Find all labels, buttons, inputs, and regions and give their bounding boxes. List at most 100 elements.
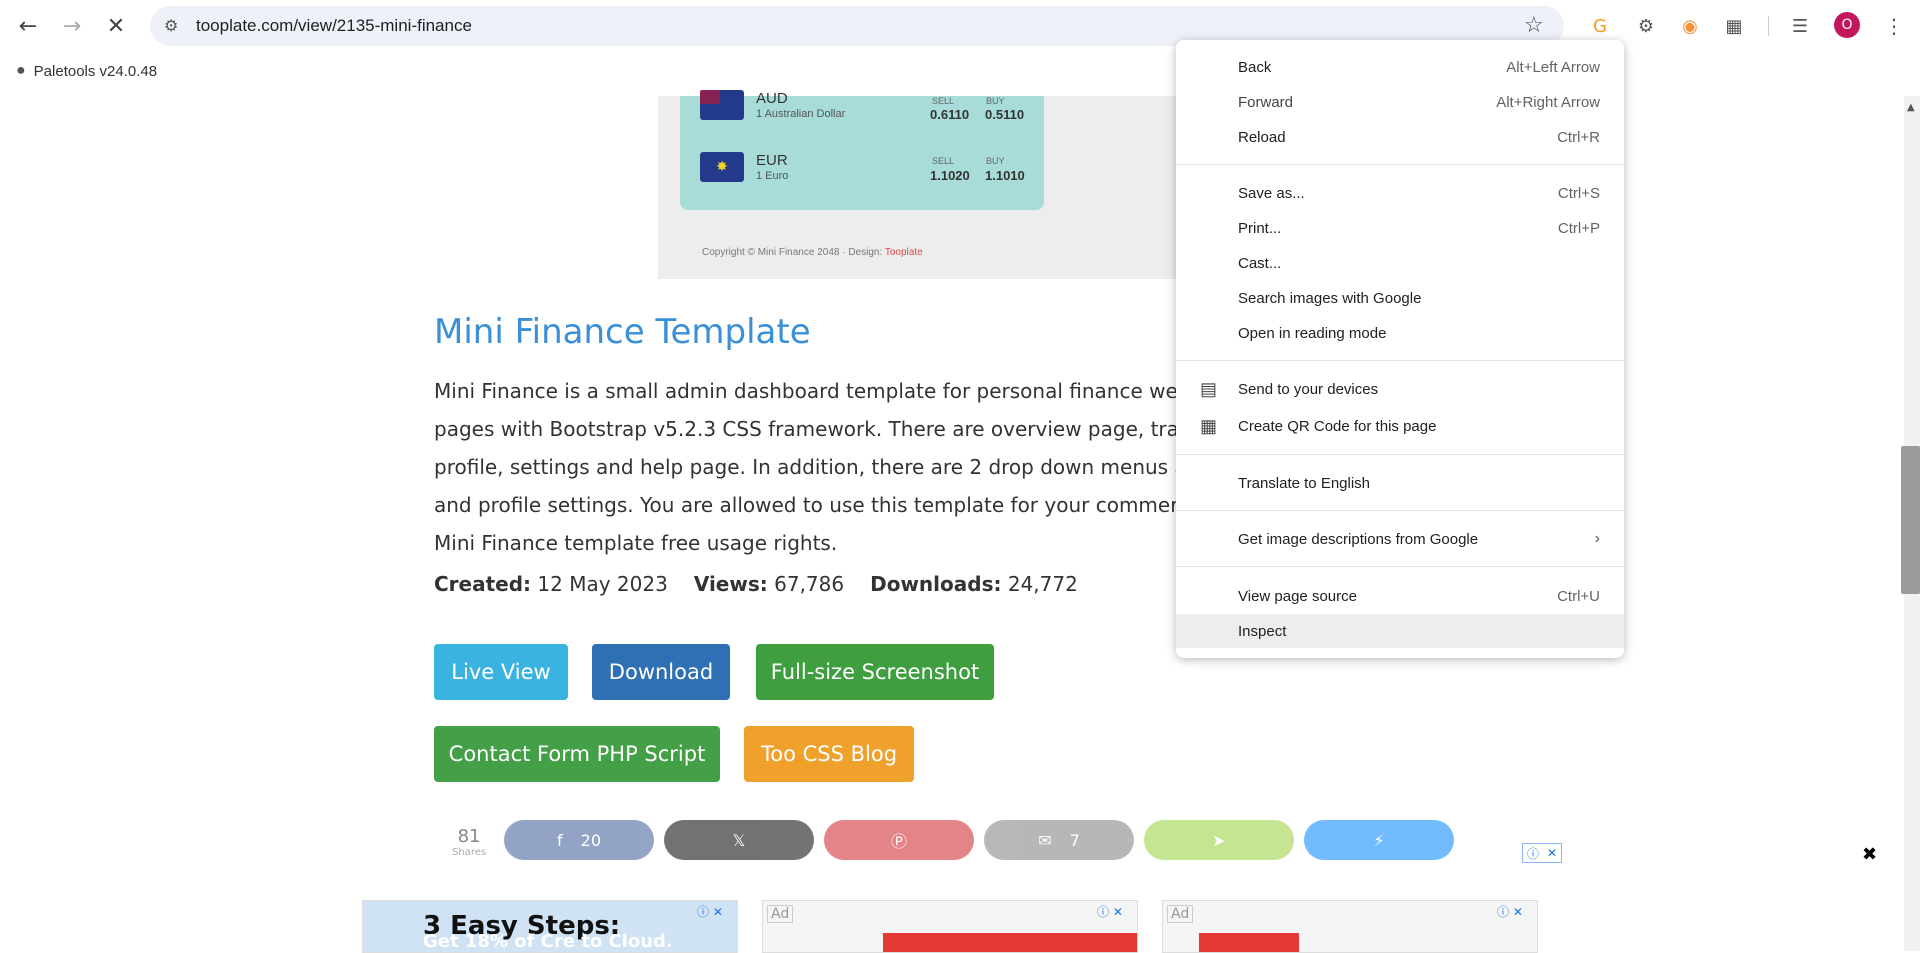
close-sticky-ad-icon[interactable]: ✖: [1862, 844, 1884, 866]
currency-name: 1 Euro: [756, 170, 789, 182]
menu-label: Get image descriptions from Google: [1238, 530, 1479, 548]
sell-label: SELL: [932, 156, 955, 166]
description-line: Mini Finance template free usage rights.: [434, 531, 838, 555]
share-total: 81: [457, 826, 481, 847]
ad-subline: Get 18% of Cre to Cloud.: [423, 931, 673, 952]
x-share-button[interactable]: 𝕏: [664, 820, 814, 860]
sell-rate: 0.6110: [930, 107, 970, 122]
australia-flag-icon: [700, 90, 744, 120]
extension-translate-icon[interactable]: ⚙: [1632, 12, 1660, 40]
scroll-up-icon[interactable]: ▲: [1907, 102, 1915, 113]
ad-choices-icon[interactable]: ⓘ ✕: [697, 903, 723, 920]
messenger-share-button[interactable]: ⚡: [1304, 820, 1454, 860]
downloads-value: 24,772: [1007, 572, 1078, 596]
menu-label: Search images with Google: [1238, 289, 1422, 307]
views-value: 67,786: [774, 572, 845, 596]
eu-flag-icon: ✸: [700, 152, 744, 182]
facebook-share-button[interactable]: f 20: [504, 820, 654, 860]
preview-copyright: Copyright © Mini Finance 2048 · Design: …: [702, 247, 923, 258]
copyright-text: Copyright © Mini Finance 2048 · Design:: [702, 247, 885, 258]
menu-separator: [1176, 510, 1624, 511]
ad-banner-2[interactable]: Ad ⓘ ✕: [762, 900, 1138, 953]
menu-item-save-as[interactable]: Save as... Ctrl+S: [1176, 176, 1624, 210]
extension-g-icon[interactable]: G: [1586, 12, 1614, 40]
menu-shortcut: Ctrl+U: [1557, 587, 1600, 605]
menu-item-forward[interactable]: Forward Alt+Right Arrow: [1176, 85, 1624, 119]
menu-item-image-descriptions[interactable]: Get image descriptions from Google ›: [1176, 522, 1624, 556]
full-size-screenshot-button[interactable]: Full-size Screenshot: [756, 644, 994, 700]
buy-label: BUY: [986, 96, 1005, 106]
sell-rate: 1.1020: [930, 168, 970, 183]
created-value: 12 May 2023: [537, 572, 668, 596]
live-view-button[interactable]: Live View: [434, 644, 568, 700]
menu-label: Send to your devices: [1238, 380, 1379, 398]
menu-shortcut: Ctrl+P: [1557, 219, 1600, 237]
menu-item-qr-code[interactable]: ▦ Create QR Code for this page: [1176, 409, 1624, 443]
menu-label: Open in reading mode: [1238, 324, 1387, 342]
currency-code: AUD: [756, 90, 788, 107]
menu-label: Translate to English: [1238, 474, 1371, 492]
scrollbar-thumb[interactable]: [1901, 446, 1920, 594]
pinterest-icon: Ⓟ: [890, 832, 907, 851]
menu-label: Save as...: [1238, 184, 1305, 202]
ad-choices-icon[interactable]: ⓘ ✕: [1097, 903, 1123, 920]
back-arrow-icon[interactable]: ←: [10, 8, 46, 44]
extension-orange-icon[interactable]: ◉: [1676, 12, 1704, 40]
bookmark-star-icon[interactable]: ☆: [1524, 13, 1544, 38]
menu-shortcut: Ctrl+S: [1557, 184, 1600, 202]
forward-arrow-icon[interactable]: →: [54, 8, 90, 44]
description-line: profile, settings and help page. In addi…: [434, 455, 1194, 479]
stop-loading-icon[interactable]: ✕: [98, 8, 134, 44]
menu-item-cast[interactable]: Cast...: [1176, 246, 1624, 280]
menu-separator: [1176, 566, 1624, 567]
page-title[interactable]: Mini Finance Template: [434, 312, 811, 352]
menu-item-search-images[interactable]: Search images with Google: [1176, 281, 1624, 315]
preview-exchange-card: AUD 1 Australian Dollar SELL BUY 0.6110 …: [680, 90, 1044, 210]
currency-name: 1 Australian Dollar: [756, 108, 846, 120]
email-share-button[interactable]: ✉ 7: [984, 820, 1134, 860]
created-label: Created:: [434, 572, 532, 596]
ad-info-controls[interactable]: ⓘ ✕: [1522, 843, 1562, 863]
ad-choices-icon[interactable]: ⓘ ✕: [1497, 903, 1523, 920]
ad-banner-1[interactable]: 3 Easy Steps: Get 18% of Cre to Cloud. ⓘ…: [362, 900, 738, 953]
menu-item-print[interactable]: Print... Ctrl+P: [1176, 211, 1624, 245]
menu-shortcut: Alt+Left Arrow: [1506, 58, 1600, 76]
downloads-label: Downloads:: [870, 572, 1002, 596]
url-text[interactable]: tooplate.com/view/2135-mini-finance: [196, 6, 472, 46]
downloads-stat: Downloads: 24,772: [870, 572, 1078, 596]
menu-item-view-source[interactable]: View page source Ctrl+U: [1176, 579, 1624, 613]
menu-item-reload[interactable]: Reload Ctrl+R: [1176, 120, 1624, 154]
template-description: Mini Finance is a small admin dashboard …: [434, 372, 1194, 562]
css-blog-button[interactable]: Too CSS Blog: [744, 726, 914, 782]
pinterest-share-button[interactable]: Ⓟ: [824, 820, 974, 860]
sharethis-button[interactable]: ➤: [1144, 820, 1294, 860]
menu-label: Inspect: [1238, 622, 1287, 640]
menu-item-send-to-devices[interactable]: ▤ Send to your devices: [1176, 372, 1624, 406]
share-label: Shares: [452, 847, 487, 858]
menu-separator: [1176, 360, 1624, 361]
menu-item-back[interactable]: Back Alt+Left Arrow: [1176, 50, 1624, 84]
facebook-icon: f: [557, 830, 563, 850]
profile-avatar[interactable]: O: [1834, 12, 1860, 38]
browser-toolbar: ← → ✕ ⚙ tooplate.com/view/2135-mini-fina…: [0, 0, 1920, 52]
ad-banner-3[interactable]: Ad ⓘ ✕: [1162, 900, 1538, 953]
menu-separator: [1176, 164, 1624, 165]
ad-info-icon[interactable]: ⓘ: [1527, 845, 1539, 862]
ad-close-icon[interactable]: ✕: [1547, 846, 1557, 860]
bookmark-paletools[interactable]: ● Paletools v24.0.48: [16, 62, 157, 80]
media-control-icon[interactable]: ☰: [1786, 12, 1814, 40]
facebook-share-count: 20: [580, 830, 601, 850]
download-button[interactable]: Download: [592, 644, 730, 700]
browser-menu-icon[interactable]: ⋮: [1880, 12, 1908, 40]
menu-item-translate[interactable]: Translate to English: [1176, 466, 1624, 500]
extensions-puzzle-icon[interactable]: ▦: [1720, 12, 1748, 40]
context-menu: Back Alt+Left Arrow Forward Alt+Right Arro…: [1176, 40, 1624, 658]
email-icon: ✉: [1038, 830, 1052, 850]
menu-shortcut: Alt+Right Arrow: [1496, 93, 1600, 111]
menu-item-inspect[interactable]: Inspect: [1176, 614, 1624, 648]
share-count: 81 Shares: [452, 826, 486, 858]
menu-label: Cast...: [1238, 254, 1282, 272]
contact-form-button[interactable]: Contact Form PHP Script: [434, 726, 720, 782]
site-info-icon[interactable]: ⚙: [164, 16, 178, 35]
menu-item-reading-mode[interactable]: Open in reading mode: [1176, 316, 1624, 350]
